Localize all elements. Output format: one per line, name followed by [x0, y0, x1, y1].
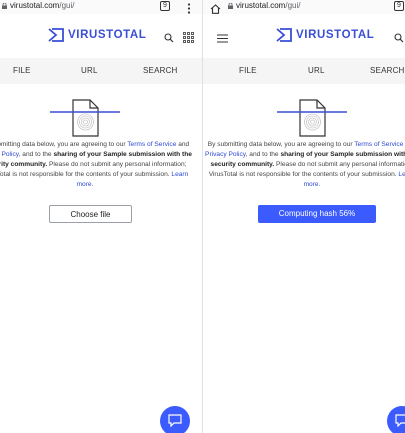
chat-button[interactable]: [160, 406, 190, 433]
notice-text: By submitting data below, you are agreei…: [207, 141, 355, 148]
tab-file[interactable]: FILE: [239, 66, 257, 75]
submission-tabs: FILE URL SEARCH: [203, 58, 405, 84]
notice-text: By submitting data below, you are agreei…: [0, 141, 126, 148]
lock-icon: [2, 3, 7, 9]
notice-text: , and to the: [245, 151, 281, 158]
privacy-policy-link[interactable]: Privacy Policy: [205, 151, 246, 158]
home-icon[interactable]: [210, 1, 221, 19]
submission-tabs: FILE URL SEARCH: [0, 58, 202, 84]
tab-search[interactable]: SEARCH: [143, 66, 178, 75]
hamburger-menu-icon[interactable]: [217, 30, 228, 48]
tab-switcher-button[interactable]: 9: [394, 1, 404, 11]
terms-of-service-link[interactable]: Terms of Service: [354, 141, 403, 148]
notice-text: and: [176, 141, 190, 148]
brand-name: VIRUSTOTAL: [68, 29, 147, 41]
browser-address-bar[interactable]: virustotal.com/gui/ 9: [203, 0, 405, 14]
virustotal-logo[interactable]: VIRUSTOTAL: [276, 28, 374, 42]
virustotal-logo-mark: [276, 28, 292, 42]
search-icon[interactable]: [164, 30, 174, 48]
apps-grid-icon[interactable]: [183, 30, 194, 48]
virustotal-logo-mark: [48, 28, 64, 42]
url-text[interactable]: virustotal.com/gui/: [236, 1, 300, 10]
choose-file-button[interactable]: Choose file: [49, 205, 132, 223]
privacy-policy-link[interactable]: Privacy Policy: [0, 151, 19, 158]
notice-text: , and to the: [18, 151, 54, 158]
site-header: VIRUSTOTAL: [203, 22, 405, 50]
search-icon[interactable]: [394, 30, 404, 48]
lock-icon: [228, 3, 233, 9]
terms-notice: By submitting data below, you are agreei…: [0, 140, 195, 190]
tab-switcher-button[interactable]: 9: [160, 1, 170, 11]
tab-url[interactable]: URL: [81, 66, 98, 75]
chat-icon: [168, 414, 182, 427]
fingerprint-file-icon: [50, 99, 120, 137]
chat-button[interactable]: [387, 406, 405, 433]
chat-icon: [395, 414, 405, 427]
browser-address-bar[interactable]: virustotal.com/gui/ 9: [0, 0, 202, 14]
tab-url[interactable]: URL: [308, 66, 325, 75]
tab-search[interactable]: SEARCH: [370, 66, 405, 75]
left-screen: virustotal.com/gui/ 9 VIRUSTOTAL FILE UR…: [0, 0, 202, 433]
terms-notice: By submitting data below, you are agreei…: [203, 140, 405, 190]
computing-hash-progress-button[interactable]: Computing hash 56%: [258, 205, 376, 223]
tab-file[interactable]: FILE: [13, 66, 31, 75]
right-screen: virustotal.com/gui/ 9 VIRUSTOTAL FILE UR…: [202, 0, 405, 433]
brand-name: VIRUSTOTAL: [296, 29, 375, 41]
site-header: VIRUSTOTAL: [0, 22, 202, 50]
url-text[interactable]: virustotal.com/gui/: [10, 1, 74, 10]
fingerprint-file-icon: [277, 99, 347, 137]
virustotal-logo[interactable]: VIRUSTOTAL: [48, 28, 146, 42]
terms-of-service-link[interactable]: Terms of Service: [127, 141, 176, 148]
more-vert-icon[interactable]: [187, 1, 191, 14]
